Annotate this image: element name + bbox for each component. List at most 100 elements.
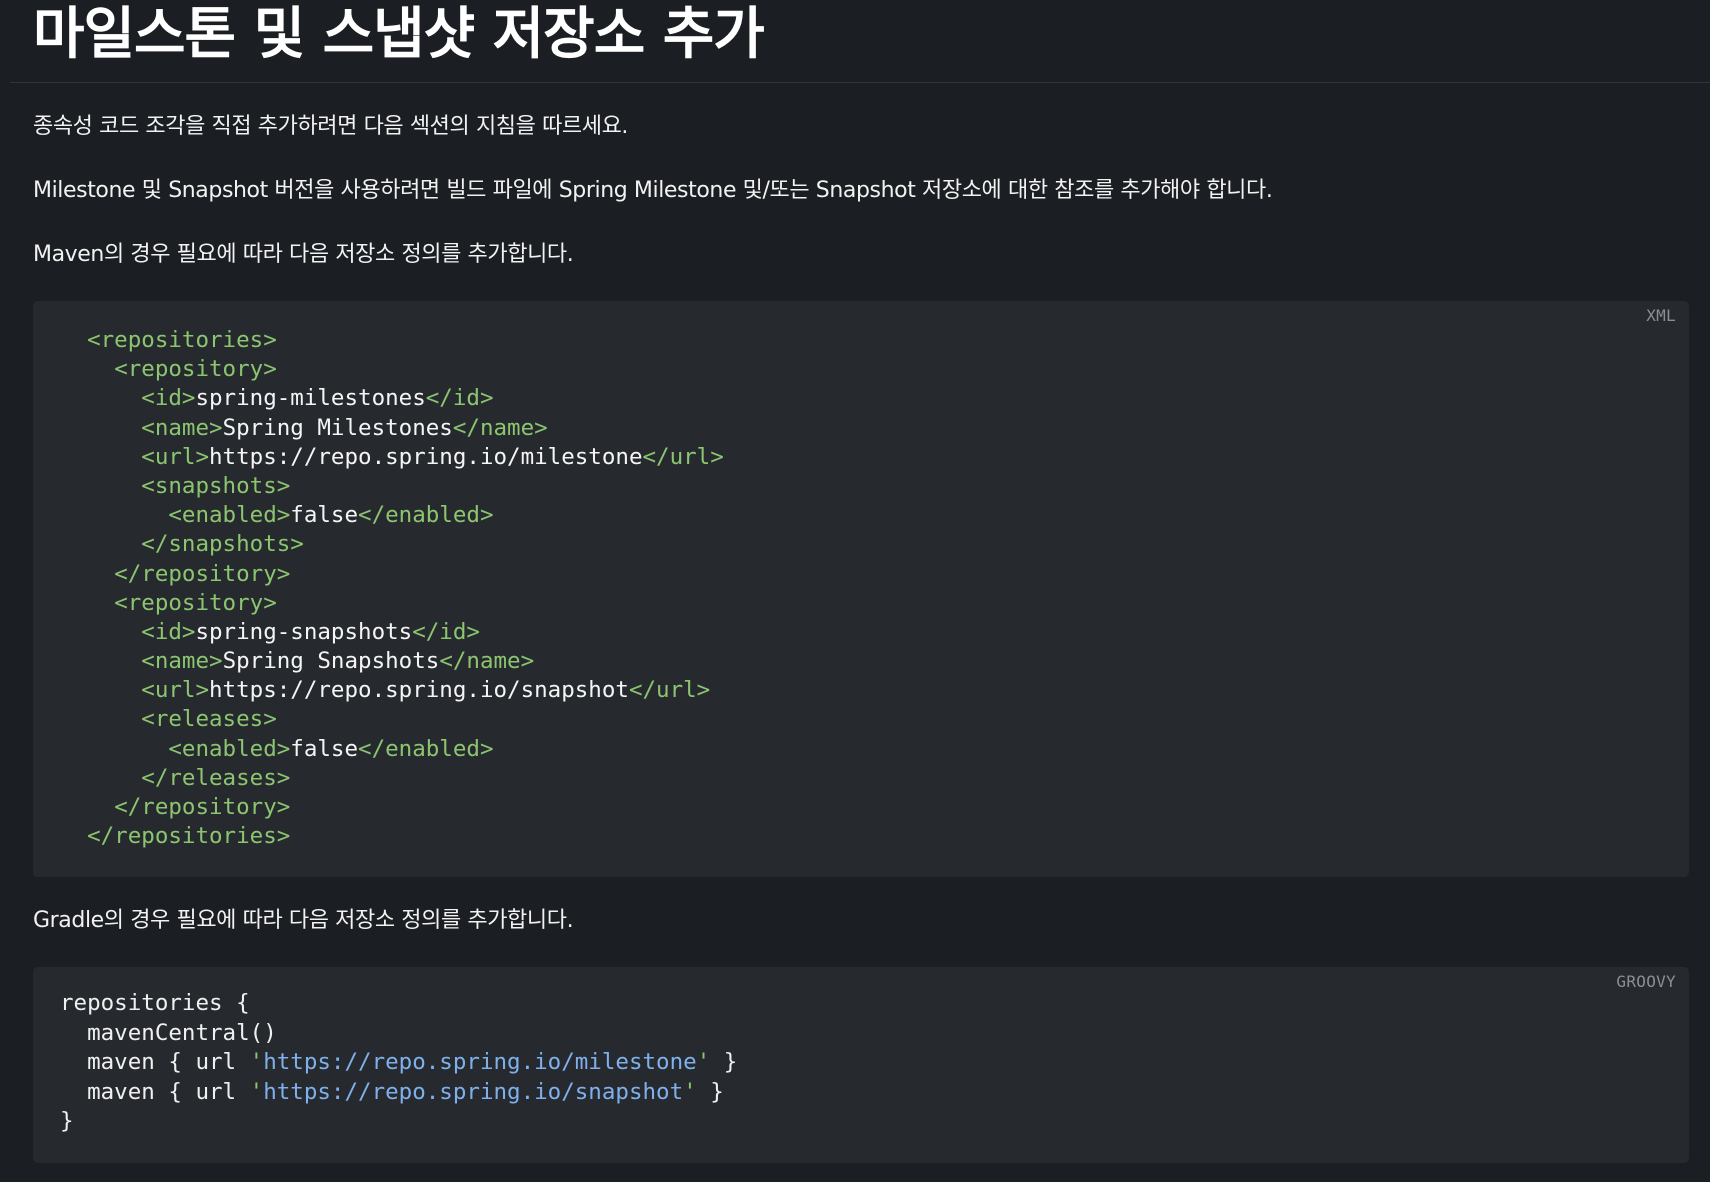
code-line: </snapshots>: [60, 530, 724, 559]
code-text: maven { url: [60, 1049, 250, 1076]
code-line: <id>spring-milestones</id>: [60, 384, 724, 413]
xml-tag: <enabled>: [168, 735, 291, 762]
code-line: }: [60, 1107, 737, 1137]
xml-tag: </id>: [425, 385, 494, 412]
code-line: <enabled>false</enabled>: [60, 501, 724, 530]
code-line: <repository>: [60, 589, 724, 618]
code-text: }: [60, 1108, 74, 1135]
xml-text: false: [290, 735, 359, 762]
xml-text: spring-snapshots: [195, 618, 413, 645]
xml-tag: <id>: [141, 618, 196, 645]
maven-paragraph: Maven의 경우 필요에 따라 다음 저장소 정의를 추가합니다.: [33, 242, 574, 267]
xml-tag: <repository>: [114, 589, 277, 616]
xml-tag: <repositories>: [87, 327, 277, 353]
gradle-code[interactable]: repositories { mavenCentral() maven { ur…: [60, 989, 737, 1137]
code-language-label: GROOVY: [1616, 972, 1676, 991]
code-line: <snapshots>: [60, 472, 724, 501]
xml-tag: <repository>: [114, 356, 277, 383]
xml-text: Spring Snapshots: [222, 648, 440, 675]
xml-tag: <releases>: [141, 706, 277, 733]
intro-paragraph: 종속성 코드 조각을 직접 추가하려면 다음 섹션의 지침을 따르세요.: [33, 114, 629, 139]
xml-tag: </enabled>: [358, 735, 494, 762]
xml-tag: <name>: [141, 648, 223, 675]
string-literal: https://repo.spring.io/snapshot: [263, 1078, 684, 1105]
xml-tag: </name>: [439, 648, 535, 675]
xml-tag: </releases>: [141, 764, 291, 791]
code-text: }: [696, 1078, 724, 1105]
code-line: <enabled>false</enabled>: [60, 735, 724, 764]
code-line: </repository>: [60, 560, 724, 589]
xml-tag: <url>: [141, 443, 210, 470]
xml-tag: </repository>: [114, 794, 291, 820]
page: 마일스톤 및 스냅샷 저장소 추가 종속성 코드 조각을 직접 추가하려면 다음…: [0, 0, 1710, 1182]
code-line: <url>https://repo.spring.io/milestone</u…: [60, 443, 724, 472]
gradle-code-block[interactable]: GROOVY repositories { mavenCentral() mav…: [33, 967, 1689, 1163]
title-divider: [10, 82, 1710, 83]
string-quote: ': [683, 1078, 697, 1105]
xml-tag: </enabled>: [358, 502, 494, 529]
code-language-label: XML: [1646, 306, 1676, 325]
xml-text: false: [290, 502, 359, 529]
code-line: <url>https://repo.spring.io/snapshot</ur…: [60, 676, 724, 705]
xml-tag: </name>: [452, 414, 548, 441]
xml-tag: <id>: [141, 385, 196, 412]
code-line: <releases>: [60, 705, 724, 734]
xml-tag: </repositories>: [87, 823, 291, 850]
maven-code[interactable]: <repositories> <repository> <id>spring-m…: [60, 326, 724, 851]
xml-tag: </url>: [628, 677, 711, 704]
code-line: <name>Spring Milestones</name>: [60, 414, 724, 443]
xml-tag: </url>: [642, 443, 724, 470]
code-text: repositories {: [60, 990, 250, 1016]
gradle-paragraph: Gradle의 경우 필요에 따라 다음 저장소 정의를 추가합니다.: [33, 908, 574, 933]
xml-tag: <name>: [141, 414, 223, 441]
code-text: maven { url: [60, 1078, 250, 1105]
code-line: </repositories>: [60, 822, 724, 851]
xml-text: Spring Milestones: [222, 414, 453, 441]
page-title: 마일스톤 및 스냅샷 저장소 추가: [33, 2, 765, 67]
code-line: <repositories>: [60, 326, 724, 355]
xml-tag: </repository>: [114, 560, 291, 587]
code-line: <name>Spring Snapshots</name>: [60, 647, 724, 676]
xml-text: https://repo.spring.io/snapshot: [209, 677, 629, 704]
code-line: </repository>: [60, 793, 724, 822]
xml-text: spring-milestones: [195, 385, 426, 412]
code-line: mavenCentral(): [60, 1019, 737, 1049]
xml-tag: </id>: [412, 618, 480, 645]
xml-tag: <url>: [141, 677, 210, 704]
code-line: <id>spring-snapshots</id>: [60, 618, 724, 647]
string-quote: ': [249, 1078, 264, 1105]
maven-code-block[interactable]: XML <repositories> <repository> <id>spri…: [33, 301, 1689, 877]
string-quote: ': [249, 1049, 264, 1076]
string-literal: https://repo.spring.io/milestone: [263, 1049, 697, 1076]
code-line: <repository>: [60, 355, 724, 384]
code-text: mavenCentral(): [60, 1019, 277, 1046]
xml-tag: <enabled>: [168, 502, 291, 529]
code-line: repositories {: [60, 989, 737, 1019]
milestone-paragraph: Milestone 및 Snapshot 버전을 사용하려면 빌드 파일에 Sp…: [33, 178, 1273, 203]
xml-tag: <snapshots>: [141, 472, 291, 499]
xml-text: https://repo.spring.io/milestone: [209, 443, 643, 470]
code-text: }: [710, 1049, 738, 1076]
code-line: maven { url 'https://repo.spring.io/snap…: [60, 1078, 737, 1108]
code-line: maven { url 'https://repo.spring.io/mile…: [60, 1048, 737, 1078]
xml-tag: </snapshots>: [141, 531, 304, 558]
code-line: </releases>: [60, 764, 724, 793]
string-quote: ': [696, 1049, 711, 1076]
